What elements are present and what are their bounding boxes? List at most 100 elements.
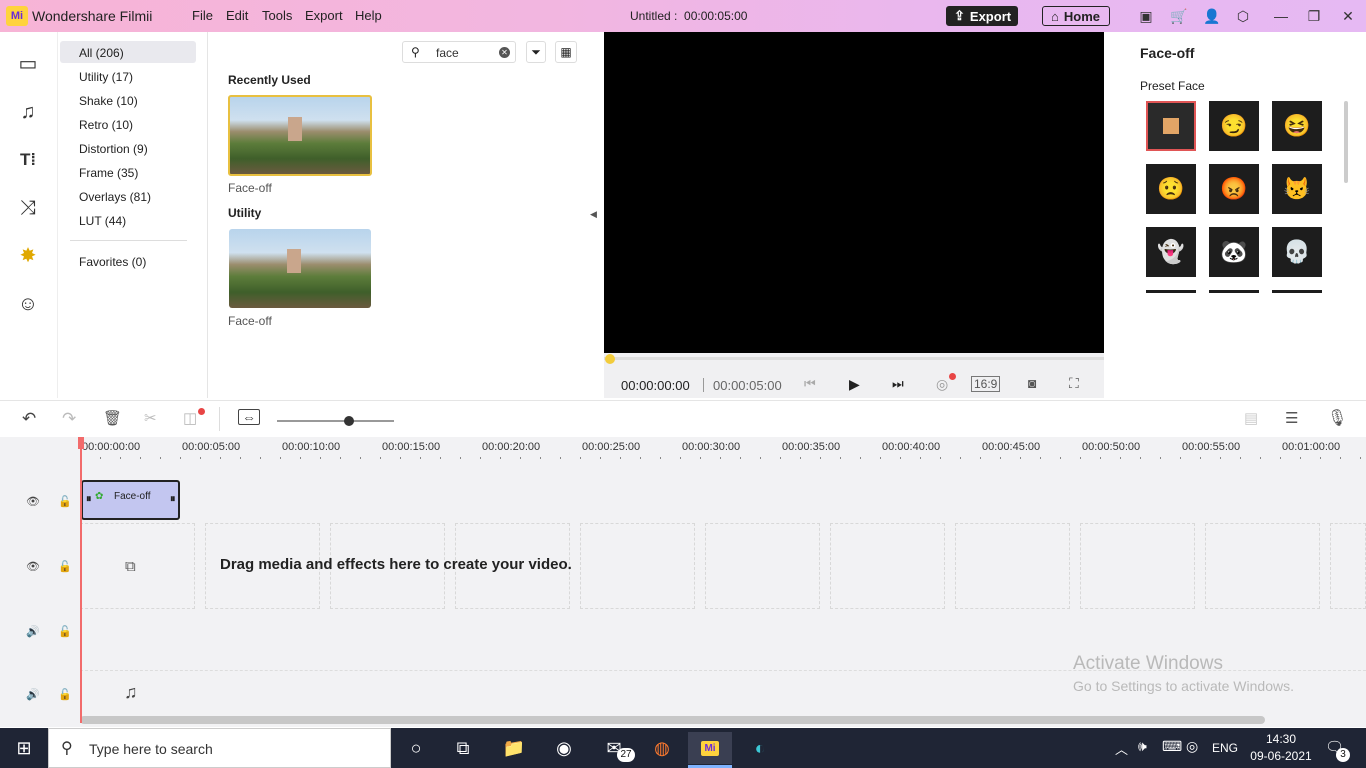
face-preset-angry[interactable]: 😡 — [1209, 164, 1259, 214]
taskbar-search-box[interactable]: ⚲ Type here to search — [48, 728, 391, 768]
effects-icon[interactable]: ✸ — [16, 244, 40, 268]
next-frame-icon[interactable]: ⏭ — [892, 376, 904, 392]
timeline-ruler[interactable]: 00:00:00:00 00:00:05:00 00:00:10:00 00:0… — [80, 437, 1366, 459]
windows-start-icon[interactable]: ⊞ — [2, 732, 46, 764]
track-manager-icon[interactable]: ▤ — [1244, 409, 1258, 427]
taskbar-search-input[interactable]: Type here to search — [89, 741, 213, 757]
chrome-icon[interactable]: ◉ — [542, 732, 586, 764]
face-preset-mosaic[interactable] — [1146, 101, 1196, 151]
filmii-taskbar-icon[interactable]: Mi — [688, 732, 732, 764]
drop-slot[interactable] — [705, 523, 820, 609]
clear-search-icon[interactable]: ✕ — [499, 47, 510, 58]
category-shake[interactable]: Shake (10) — [79, 94, 138, 108]
track-visibility-icon[interactable]: 👁 — [26, 560, 40, 573]
split-icon[interactable]: ◫ — [183, 409, 197, 427]
minimize-icon[interactable]: — — [1273, 8, 1289, 24]
grid-view-icon[interactable]: ▦ — [555, 41, 577, 63]
edge-icon[interactable]: ◐ — [738, 732, 782, 764]
cut-icon[interactable]: ✂ — [144, 409, 157, 427]
drop-slot[interactable] — [1205, 523, 1320, 609]
filter-icon[interactable]: ⏷ — [526, 41, 546, 63]
drop-slot[interactable] — [1080, 523, 1195, 609]
ime-icon[interactable]: ⌨ — [1162, 738, 1182, 755]
redo-icon[interactable]: ↷ — [62, 409, 76, 429]
face-preset-panda[interactable]: 🐼 — [1209, 227, 1259, 277]
menu-help[interactable]: Help — [355, 8, 382, 23]
home-button[interactable]: ⌂ Home — [1042, 6, 1110, 26]
speaker-icon[interactable]: 🕪 — [1138, 738, 1147, 755]
drop-slot[interactable] — [955, 523, 1070, 609]
fit-timeline-icon[interactable]: ⇔ — [238, 409, 260, 425]
menu-tools[interactable]: Tools — [262, 8, 292, 23]
category-frame[interactable]: Frame (35) — [79, 166, 138, 180]
render-icon[interactable]: ◎ — [936, 376, 948, 393]
effect-clip[interactable]: ⏸ ✿ Face-off ⏸ — [81, 480, 180, 520]
clock-time[interactable]: 14:30 — [1253, 732, 1309, 746]
category-all[interactable]: All (206) — [79, 46, 124, 60]
zoom-slider-handle[interactable] — [344, 416, 354, 426]
track-volume-icon[interactable]: 🔊 — [26, 688, 40, 701]
face-preset-ghost[interactable]: 👻 — [1146, 227, 1196, 277]
collapse-left-icon[interactable]: ◀ — [590, 209, 597, 220]
playhead-handle[interactable] — [78, 437, 84, 449]
category-utility[interactable]: Utility (17) — [79, 70, 133, 84]
task-view-icon[interactable]: ⧉ — [441, 732, 485, 764]
search-box[interactable]: ⚲ face ✕ — [402, 41, 516, 63]
export-button[interactable]: ⇪ Export — [946, 6, 1018, 26]
show-hidden-icons[interactable]: ︿ — [1115, 739, 1128, 758]
menu-export[interactable]: Export — [305, 8, 343, 23]
clock-date[interactable]: 09-06-2021 — [1249, 749, 1313, 763]
media-icon[interactable]: ▭ — [16, 52, 40, 76]
scrubber-track[interactable] — [604, 357, 1104, 360]
category-favorites[interactable]: Favorites (0) — [79, 255, 146, 269]
face-off-thumbnail-utility[interactable] — [229, 229, 371, 308]
undo-icon[interactable]: ↶ — [22, 409, 36, 429]
microphone-icon[interactable]: 🎙 — [1327, 408, 1347, 428]
face-preset-partial[interactable] — [1272, 290, 1322, 293]
clip-handle-right[interactable]: ⏸ — [170, 493, 176, 506]
text-icon[interactable]: T⁞ — [16, 148, 40, 172]
store-icon[interactable]: ⬡ — [1235, 8, 1251, 24]
face-preset-partial[interactable] — [1209, 290, 1259, 293]
playhead[interactable] — [80, 437, 82, 723]
adjust-icon[interactable]: ☰ — [1285, 409, 1298, 427]
account-icon[interactable]: 👤 — [1203, 8, 1220, 24]
previous-frame-icon[interactable]: ⏮ — [804, 376, 816, 392]
drop-slot[interactable] — [830, 523, 945, 609]
cortana-icon[interactable]: ○ — [394, 732, 438, 764]
elements-icon[interactable]: ☺ — [16, 292, 40, 316]
search-input[interactable]: face — [436, 46, 459, 60]
aspect-ratio-button[interactable]: 16:9 — [971, 376, 1001, 392]
delete-icon[interactable]: 🗑 — [103, 409, 122, 427]
face-preset-sad[interactable]: 😟 — [1146, 164, 1196, 214]
track-lock-icon[interactable]: 🔓 — [58, 688, 72, 701]
play-icon[interactable]: ▶ — [849, 376, 860, 393]
language-indicator[interactable]: ENG — [1212, 741, 1238, 755]
snapshot-icon[interactable]: ◙ — [1028, 375, 1036, 391]
drop-slot[interactable] — [580, 523, 695, 609]
face-off-thumbnail-recent[interactable] — [228, 95, 372, 176]
panel-scrollbar[interactable] — [1344, 101, 1348, 183]
menu-file[interactable]: File — [192, 8, 213, 23]
scrubber-handle[interactable] — [605, 354, 615, 364]
network-icon[interactable]: ◎ — [1186, 738, 1198, 755]
category-overlays[interactable]: Overlays (81) — [79, 190, 151, 204]
zoom-slider-track[interactable] — [277, 420, 394, 422]
drop-slot[interactable] — [1330, 523, 1366, 609]
timeline-scrollbar[interactable] — [80, 716, 1265, 724]
drop-slot[interactable] — [80, 523, 195, 609]
track-visibility-icon[interactable]: 👁 — [26, 495, 40, 508]
category-retro[interactable]: Retro (10) — [79, 118, 133, 132]
transitions-icon[interactable]: ⤨ — [16, 196, 40, 220]
audio-icon[interactable]: ♫ — [16, 100, 40, 124]
menu-edit[interactable]: Edit — [226, 8, 248, 23]
fullscreen-icon[interactable]: ⛶ — [1069, 375, 1079, 392]
face-preset-laugh[interactable]: 😆 — [1272, 101, 1322, 151]
face-preset-skull[interactable]: 💀 — [1272, 227, 1322, 277]
face-preset-partial[interactable] — [1146, 290, 1196, 293]
track-lock-icon[interactable]: 🔓 — [58, 560, 72, 573]
track-lock-icon[interactable]: 🔓 — [58, 625, 72, 638]
category-distortion[interactable]: Distortion (9) — [79, 142, 148, 156]
track-volume-icon[interactable]: 🔊 — [26, 625, 40, 638]
clip-handle-left[interactable]: ⏸ — [86, 493, 92, 506]
